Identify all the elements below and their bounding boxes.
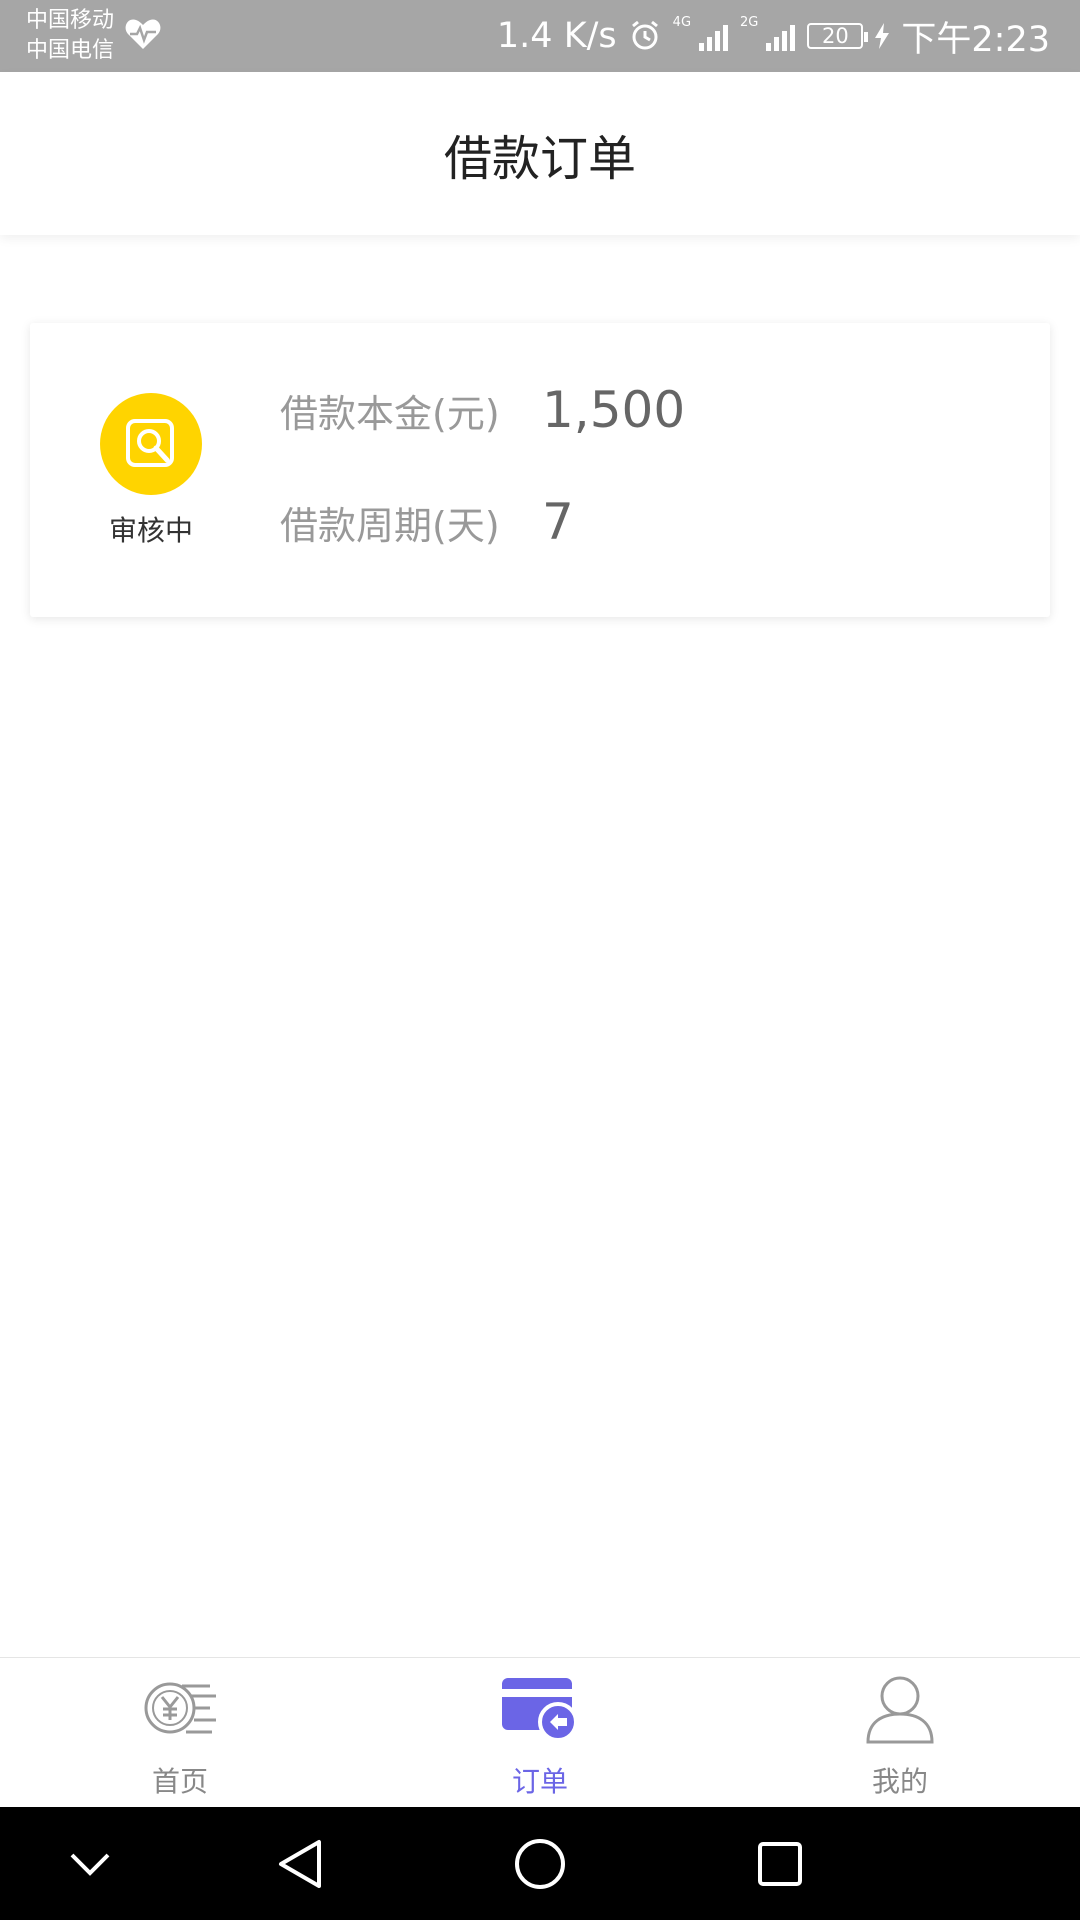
carrier-1: 中国移动 <box>26 8 115 33</box>
network-type-2: 2G <box>740 15 759 30</box>
nav-label-orders: 订单 <box>511 1765 568 1798</box>
nav-label-home: 首页 <box>151 1765 208 1798</box>
battery-icon: 20 <box>807 23 869 49</box>
recents-icon[interactable] <box>740 1807 820 1920</box>
page-header: 借款订单 <box>0 72 1080 235</box>
network-type-1: 4G <box>672 15 692 30</box>
clock: 下午2:23 <box>901 19 1050 60</box>
bottom-nav: 首页 订单 我的 <box>0 1657 1080 1807</box>
page-title: 借款订单 <box>443 130 636 187</box>
card-back-icon <box>502 1678 578 1742</box>
user-icon <box>866 1676 934 1744</box>
nav-item-home[interactable]: 首页 <box>80 1658 280 1808</box>
status-bar: 中国移动 中国电信 1.4 K/s 4G 2G 20 下午2:23 <box>0 0 1080 72</box>
loan-order-card[interactable]: 审核中 借款本金(元) 1,500 借款周期(天) 7 <box>30 323 1050 617</box>
period-row: 借款周期(天) 7 <box>280 493 574 551</box>
system-nav-bar <box>0 1807 1080 1920</box>
yen-coins-icon <box>144 1682 216 1734</box>
network-speed: 1.4 K/s <box>496 16 617 56</box>
signal-icon <box>699 21 729 51</box>
period-label: 借款周期(天) <box>280 503 500 548</box>
nav-item-orders[interactable]: 订单 <box>440 1658 640 1808</box>
signal-icon-2 <box>766 21 796 51</box>
heart-icon <box>125 19 161 49</box>
nav-label-mine: 我的 <box>871 1765 928 1798</box>
charging-icon <box>875 23 890 49</box>
search-document-icon <box>100 393 202 495</box>
principal-value: 1,500 <box>542 381 686 439</box>
chevron-down-icon[interactable] <box>50 1807 130 1920</box>
alarm-icon <box>631 20 658 50</box>
principal-label: 借款本金(元) <box>280 391 500 436</box>
back-icon[interactable] <box>260 1807 340 1920</box>
carrier-info: 中国移动 中国电信 <box>26 6 114 66</box>
period-value: 7 <box>542 493 574 551</box>
home-icon[interactable] <box>500 1807 580 1920</box>
status-indicators: 1.4 K/s 4G 2G 20 下午2:23 <box>497 0 1050 72</box>
principal-row: 借款本金(元) 1,500 <box>280 381 685 439</box>
order-status-label: 审核中 <box>108 514 193 547</box>
nav-item-mine[interactable]: 我的 <box>800 1658 1000 1808</box>
carrier-2: 中国电信 <box>26 38 115 63</box>
